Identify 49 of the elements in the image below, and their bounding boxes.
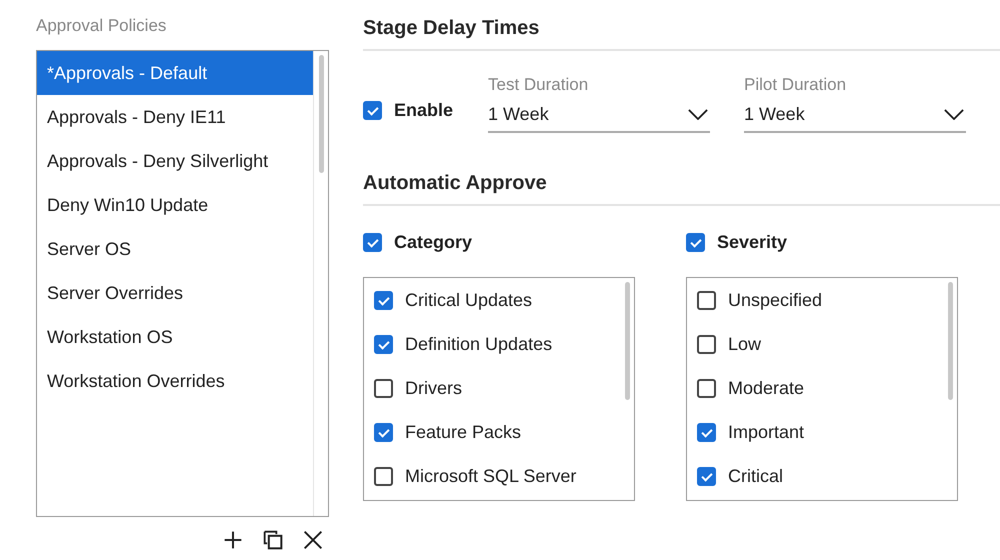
checkbox-label: Unspecified — [728, 290, 822, 310]
checkbox[interactable] — [697, 466, 716, 486]
policy-item[interactable]: Approvals - Deny IE11 — [37, 95, 313, 139]
policy-item[interactable]: Approvals - Deny Silverlight — [37, 139, 313, 183]
scrollbar-thumb[interactable] — [318, 55, 324, 173]
checkbox-label: Definition Updates — [405, 334, 552, 354]
checkbox[interactable] — [363, 232, 382, 252]
checkbox[interactable] — [697, 378, 716, 398]
policy-item[interactable]: Deny Win10 Update — [37, 183, 313, 227]
checkbox-label: Enable — [394, 100, 454, 120]
policy-item[interactable]: Server Overrides — [37, 271, 313, 315]
checkbox-label: Moderate — [728, 378, 804, 398]
checkbox[interactable] — [374, 422, 393, 442]
policy-item[interactable]: Workstation OS — [37, 315, 313, 359]
scrollbar-thumb[interactable] — [624, 282, 630, 400]
duration-dropdown[interactable]: 1 Week — [744, 97, 966, 133]
field-label: Pilot Duration — [744, 75, 848, 96]
checkbox[interactable] — [374, 290, 393, 310]
chevron-down-icon — [944, 108, 964, 120]
policy-item[interactable]: Workstation Overrides — [37, 359, 313, 403]
checkbox[interactable] — [697, 290, 716, 310]
close-icon[interactable] — [303, 530, 323, 550]
section-heading: Automatic Approve — [363, 172, 1000, 206]
section-heading: Stage Delay Times — [363, 17, 1000, 51]
duration-dropdown[interactable]: 1 Week — [488, 97, 710, 133]
checkbox-label: Feature Packs — [405, 422, 522, 442]
checkbox[interactable] — [374, 466, 393, 486]
checkbox-label: Low — [728, 334, 762, 354]
policy-item[interactable]: *Approvals - Default — [37, 51, 313, 95]
checkbox-label: Critical — [728, 466, 784, 486]
checkbox-label: Important — [728, 422, 804, 442]
checkbox[interactable] — [697, 334, 716, 354]
checkbox-label: Drivers — [405, 378, 462, 398]
checkbox[interactable] — [374, 334, 393, 354]
panel-title: Approval Policies — [36, 16, 168, 37]
checkbox-label: Severity — [717, 232, 788, 252]
copy-icon[interactable] — [263, 530, 283, 550]
checkbox[interactable] — [363, 100, 382, 120]
field-label: Test Duration — [488, 75, 590, 96]
policy-item[interactable]: Server OS — [37, 227, 313, 271]
checkbox[interactable] — [374, 378, 393, 398]
add-icon[interactable] — [223, 530, 243, 550]
checkbox[interactable] — [697, 422, 716, 442]
checkbox-label: Critical Updates — [405, 290, 532, 310]
checkbox[interactable] — [686, 232, 705, 252]
checkbox-label: Microsoft SQL Server — [405, 466, 576, 486]
checkbox-label: Category — [394, 232, 472, 252]
scrollbar-thumb[interactable] — [948, 282, 952, 400]
chevron-down-icon — [688, 108, 708, 120]
